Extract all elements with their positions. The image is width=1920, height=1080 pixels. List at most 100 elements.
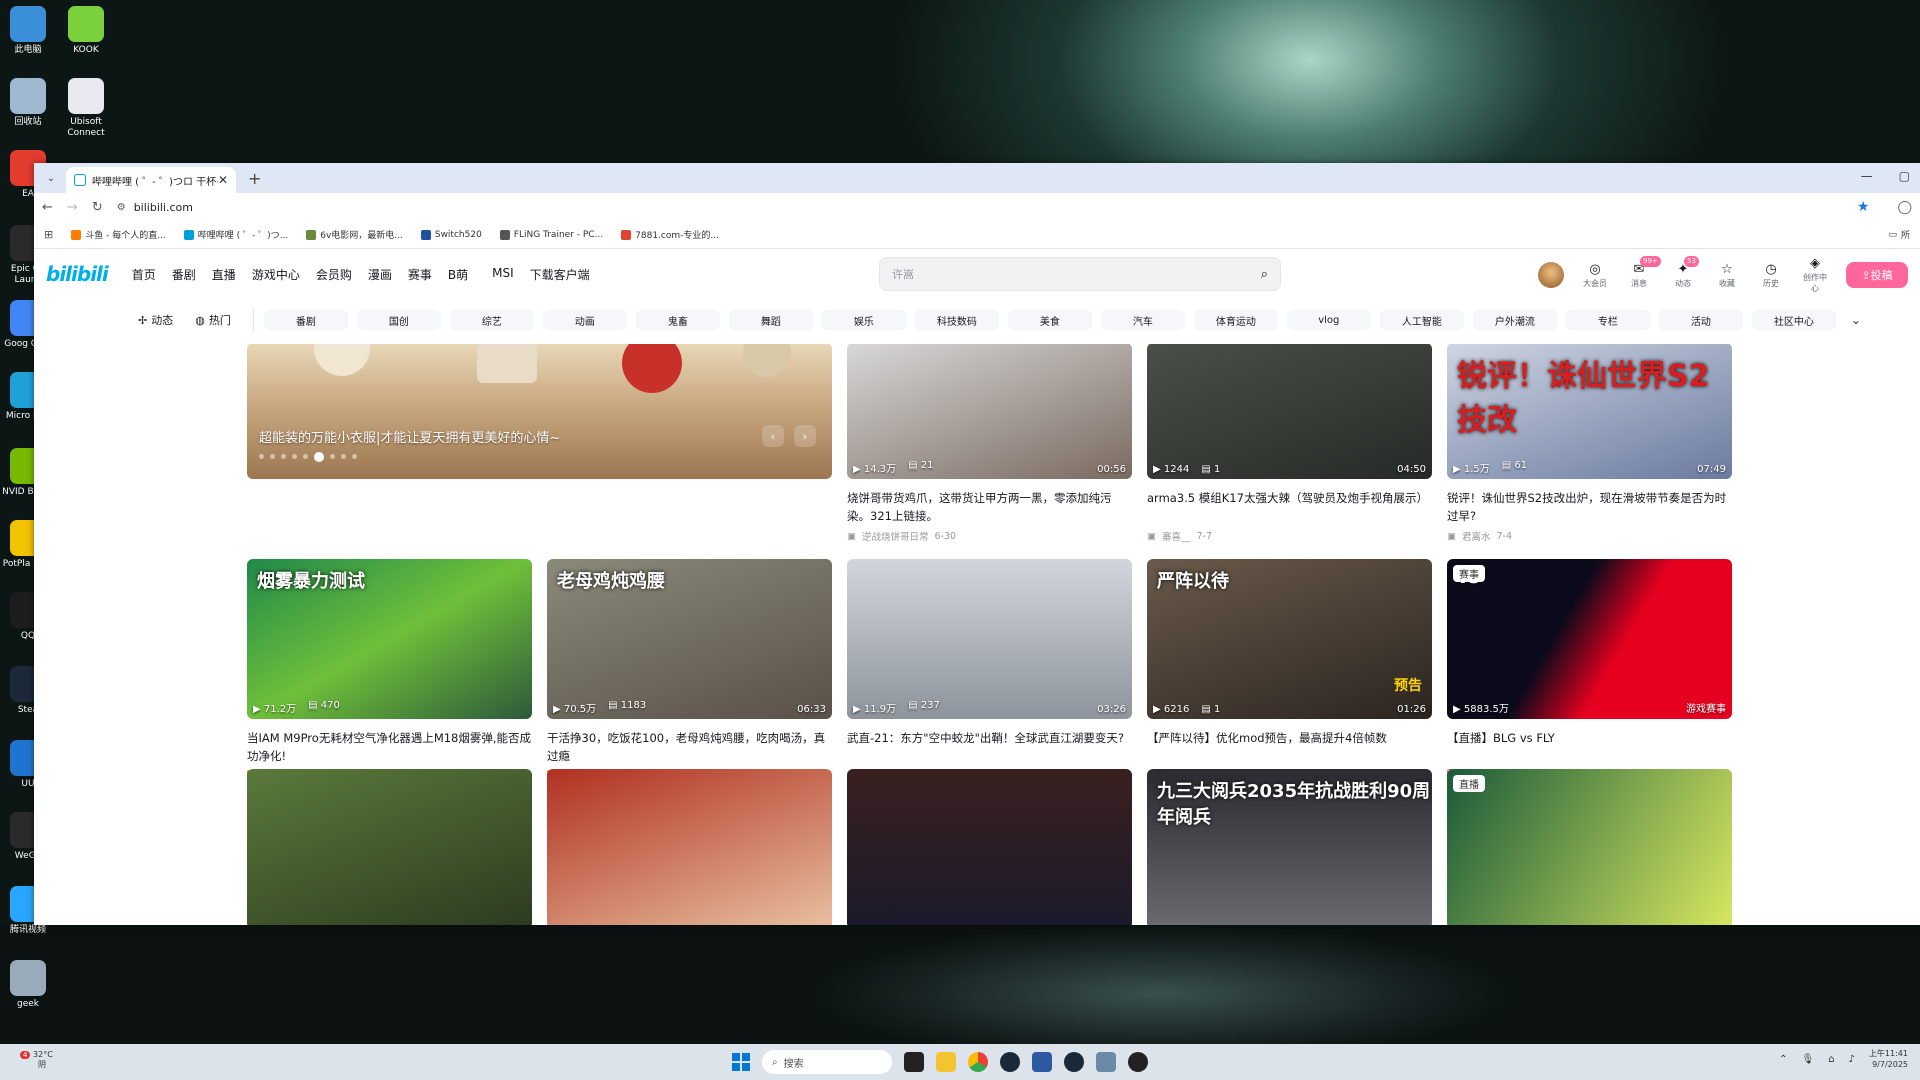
header-icon-1[interactable]: ✉ 消息 99+ xyxy=(1626,255,1661,289)
video-card[interactable]: 九三大阅兵2035年抗战胜利90周年阅兵 xyxy=(1147,769,1432,925)
video-title[interactable]: arma3.5 模组K17太强大辣（驾驶员及炮手视角展示） xyxy=(1147,489,1432,525)
banner-carousel[interactable]: 超能装的万能小衣服|才能让夏天拥有更美好的心情~ ‹ › xyxy=(247,344,832,479)
header-icon-5[interactable]: ◈ 创作中心 xyxy=(1802,256,1828,294)
carousel-dot[interactable] xyxy=(341,454,346,459)
video-title[interactable]: 干活挣30，吃饭花100，老母鸡炖鸡腰，吃肉喝汤，真过瘾 xyxy=(547,729,832,765)
carousel-dot[interactable] xyxy=(281,454,286,459)
carousel-prev-icon[interactable]: ‹ xyxy=(762,425,784,447)
nav-item-8[interactable]: MSI xyxy=(492,266,514,283)
back-icon[interactable]: ← xyxy=(42,200,53,215)
carousel-dot[interactable] xyxy=(330,454,335,459)
apps-grid-icon[interactable]: ⊞ xyxy=(44,228,53,241)
nav-item-9[interactable]: 下载客户端 xyxy=(530,266,590,283)
carousel-dot[interactable] xyxy=(292,454,297,459)
steam-icon[interactable] xyxy=(1000,1052,1020,1072)
nav-item-0[interactable]: 首页 xyxy=(132,266,156,283)
channel-1[interactable]: 国创 xyxy=(356,310,441,330)
nav-item-1[interactable]: 番剧 xyxy=(172,266,196,283)
bookmark-star-icon[interactable]: ★ xyxy=(1857,199,1870,215)
video-card[interactable]: ▶ 1244 ▤ 1 04:50 arma3.5 模组K17太强大辣（驾驶员及炮手视角… xyxy=(1147,344,1432,543)
bookmark-item[interactable]: 7881.com-专业的... xyxy=(621,228,719,241)
video-thumbnail[interactable]: 九三大阅兵2035年抗战胜利90周年阅兵 xyxy=(1147,769,1432,925)
nav-item-7[interactable]: B萌 xyxy=(448,266,468,283)
desktop-icon[interactable]: 此电脑 xyxy=(0,6,56,56)
nav-item-5[interactable]: 漫画 xyxy=(368,266,392,283)
carousel-dot-active[interactable] xyxy=(314,452,324,462)
minimize-icon[interactable]: — xyxy=(1861,169,1873,183)
video-card[interactable]: 老母鸡炖鸡腰 ▶ 70.5万 ▤ 1183 06:33 干活挣30，吃饭花100，老母鸡… xyxy=(547,559,832,783)
weather-widget[interactable]: 4 32°C 阴 xyxy=(20,1050,53,1070)
video-card[interactable]: 直播 xyxy=(1447,769,1732,925)
uploader-name[interactable]: 逆战烧饼哥日常 xyxy=(862,529,929,543)
channel-9[interactable]: 汽车 xyxy=(1100,310,1185,330)
nav-item-2[interactable]: 直播 xyxy=(212,266,236,283)
volume-icon[interactable]: ♪ xyxy=(1849,1054,1855,1065)
search-input[interactable]: 许嵩 ⌕ xyxy=(879,257,1281,291)
bookmark-item[interactable]: 哔哩哔哩 ( ゜- ゜)つ... xyxy=(183,228,288,241)
video-thumbnail[interactable] xyxy=(847,769,1132,925)
bookmark-item[interactable]: 6v电影网，最新电... xyxy=(306,228,403,241)
network-icon[interactable]: ⌂ xyxy=(1828,1054,1834,1065)
video-title[interactable]: 锐评！诛仙世界S2技改出炉，现在滑坡带节奏是否为时过早? xyxy=(1447,489,1732,525)
tray-chevron-icon[interactable]: ⌃ xyxy=(1779,1054,1787,1065)
video-card[interactable]: ▶ 11.9万 ▤ 237 03:26 武直-21：东方"空中蛟龙"出鞘！全球武直江湖… xyxy=(847,559,1132,783)
channel-14[interactable]: 专栏 xyxy=(1565,310,1650,330)
video-card[interactable]: vs赛事▶ 5883.5万游戏赛事【直播】BLG vs FLY直播中 xyxy=(1447,559,1732,782)
avatar[interactable] xyxy=(1538,262,1564,288)
header-icon-4[interactable]: ◷ 历史 xyxy=(1758,262,1784,289)
reload-icon[interactable]: ↻ xyxy=(92,200,103,215)
channel-11[interactable]: vlog xyxy=(1286,310,1371,330)
maximize-icon[interactable]: ▢ xyxy=(1899,169,1910,183)
channel-15[interactable]: 活动 xyxy=(1658,310,1743,330)
desktop-icon[interactable]: geek xyxy=(0,960,56,1010)
forward-icon[interactable]: → xyxy=(67,200,78,215)
video-card[interactable]: 锐评！诛仙世界S2技改 ▶ 1.5万 ▤ 61 07:49 锐评！诛仙世界S2技改出炉，… xyxy=(1447,344,1732,543)
nav-item-4[interactable]: 会员购 xyxy=(316,266,352,283)
carousel-next-icon[interactable]: › xyxy=(794,425,816,447)
upload-button[interactable]: ⇪ 投稿 xyxy=(1846,262,1908,288)
video-card[interactable] xyxy=(847,769,1132,925)
video-thumbnail[interactable]: 严阵以待 预告 ▶ 6216 ▤ 1 01:26 xyxy=(1147,559,1432,719)
carousel-dot[interactable] xyxy=(259,454,264,459)
video-title[interactable]: 当IAM M9Pro无耗材空气净化器遇上M18烟雾弹,能否成功净化! xyxy=(247,729,532,765)
carousel-dot[interactable] xyxy=(352,454,357,459)
video-thumbnail[interactable]: 锐评！诛仙世界S2技改 ▶ 1.5万 ▤ 61 07:49 xyxy=(1447,344,1732,479)
desktop-icon[interactable]: Ubisoft Connect xyxy=(58,78,114,139)
video-title[interactable]: 武直-21：东方"空中蛟龙"出鞘！全球武直江湖要变天? xyxy=(847,729,1132,765)
site-info-icon[interactable]: ⚙ xyxy=(117,202,126,213)
bookmark-item[interactable]: Switch520 xyxy=(420,228,482,241)
video-title[interactable]: 烧饼哥带货鸡爪，这带货让甲方两一黑，零添加纯污染。321上链接。 xyxy=(847,489,1132,525)
quick-link-1[interactable]: ◍ 热门 xyxy=(195,312,231,328)
bookmark-item[interactable]: FLiNG Trainer - PC... xyxy=(499,228,603,241)
video-thumbnail[interactable]: ▶ 11.9万 ▤ 237 03:26 xyxy=(847,559,1132,719)
nav-item-3[interactable]: 游戏中心 xyxy=(252,266,300,283)
video-title[interactable]: 【直播】BLG vs FLY xyxy=(1447,729,1732,765)
file-explorer-icon[interactable] xyxy=(936,1052,956,1072)
app-icon[interactable] xyxy=(1096,1052,1116,1072)
channel-0[interactable]: 番剧 xyxy=(263,310,348,330)
task-view-icon[interactable] xyxy=(904,1052,924,1072)
bookmark-item[interactable]: 斗鱼 - 每个人的直... xyxy=(71,228,166,241)
channel-6[interactable]: 娱乐 xyxy=(821,310,906,330)
carousel-dot[interactable] xyxy=(270,454,275,459)
steam-icon[interactable] xyxy=(1064,1052,1084,1072)
desktop-icon[interactable]: 回收站 xyxy=(0,78,56,128)
header-icon-0[interactable]: ◎ 大会员 xyxy=(1582,262,1608,289)
chrome-icon[interactable] xyxy=(968,1052,988,1072)
clock[interactable]: 上午11:41 9/7/2025 xyxy=(1869,1048,1908,1070)
video-title[interactable]: 【严阵以待】优化mod预告，最高提升4倍帧数 xyxy=(1147,729,1432,765)
search-icon[interactable]: ⌕ xyxy=(1261,267,1268,282)
video-thumbnail[interactable] xyxy=(247,769,532,925)
video-card[interactable]: 烟雾暴力测试 ▶ 71.2万 ▤ 470 当IAM M9Pro无耗材空气净化器遇上M1… xyxy=(247,559,532,783)
video-thumbnail[interactable]: ▶ 1244 ▤ 1 04:50 xyxy=(1147,344,1432,479)
new-tab-icon[interactable]: + xyxy=(248,169,261,188)
video-thumbnail[interactable]: 老母鸡炖鸡腰 ▶ 70.5万 ▤ 1183 06:33 xyxy=(547,559,832,719)
channel-3[interactable]: 动画 xyxy=(542,310,627,330)
video-thumbnail[interactable]: ▶ 14.3万 ▤ 21 00:56 xyxy=(847,344,1132,479)
channel-7[interactable]: 科技数码 xyxy=(914,310,999,330)
address-bar[interactable]: ⚙ bilibili.com xyxy=(117,196,1843,218)
bilibili-logo[interactable]: bilibili xyxy=(46,262,109,286)
tab-search-dropdown-icon[interactable]: ⌄ xyxy=(40,167,62,189)
header-icon-2[interactable]: ✦ 动态 53 xyxy=(1670,255,1699,289)
start-icon[interactable] xyxy=(732,1053,750,1071)
